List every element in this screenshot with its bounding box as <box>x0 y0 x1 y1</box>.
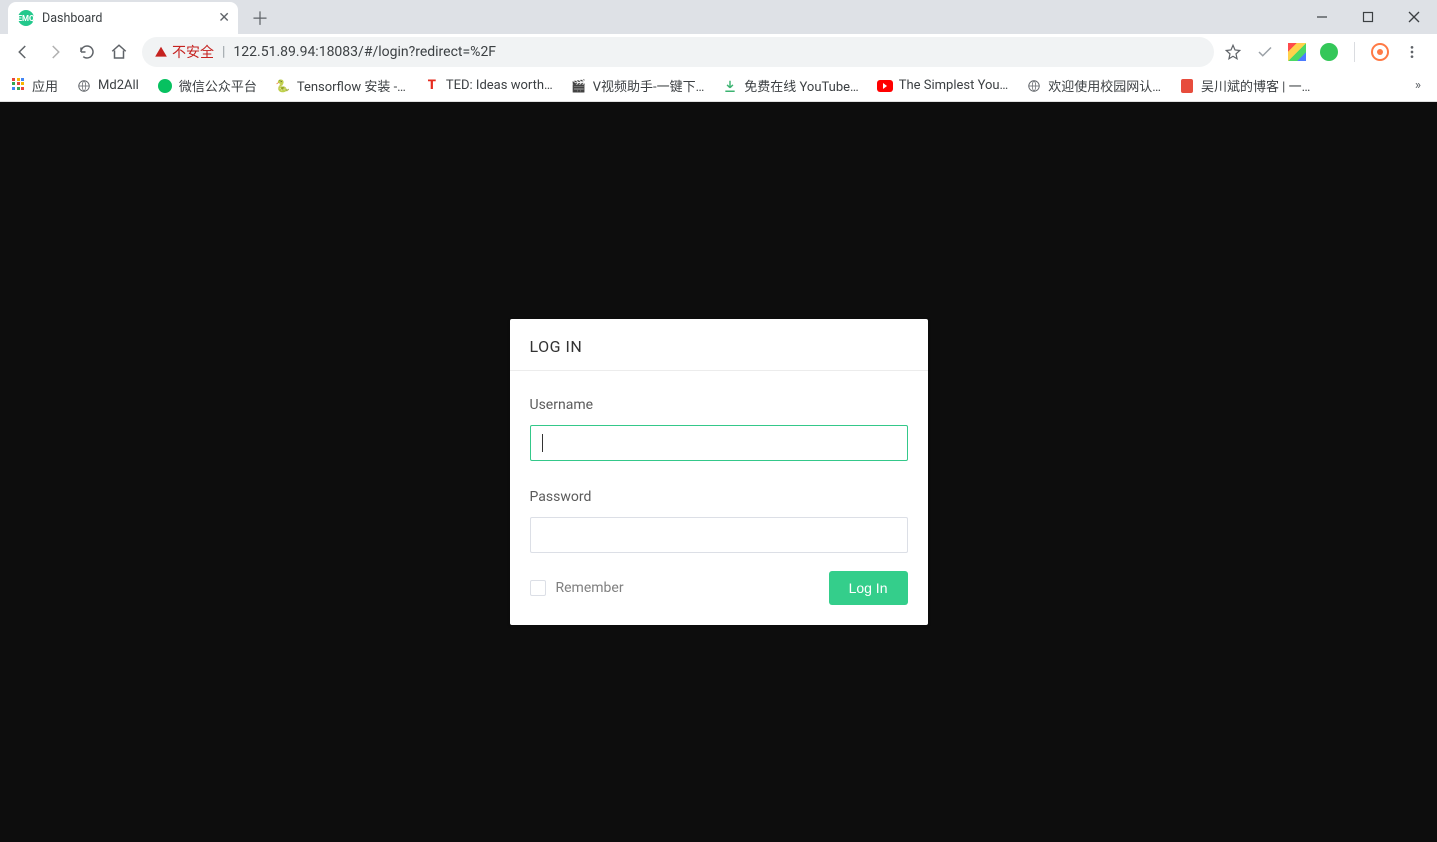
bookmark-label: The Simplest You… <box>899 78 1009 93</box>
green-extension-icon[interactable] <box>1318 41 1340 63</box>
username-input[interactable] <box>530 425 908 461</box>
maximize-button[interactable] <box>1345 0 1391 34</box>
bookmark-label: 欢迎使用校园网认… <box>1048 76 1161 95</box>
url-input[interactable]: 不安全 | 122.51.89.94:18083/#/login?redirec… <box>142 37 1214 67</box>
apps-label: 应用 <box>32 76 58 95</box>
bookmark-item[interactable]: 🐍 Tensorflow 安装 -… <box>275 76 406 95</box>
insecure-label: 不安全 <box>172 42 214 62</box>
address-bar: 不安全 | 122.51.89.94:18083/#/login?redirec… <box>0 34 1437 70</box>
minimize-button[interactable] <box>1299 0 1345 34</box>
blog-icon <box>1179 78 1195 94</box>
remember-label: Remember <box>556 580 624 596</box>
wechat-icon <box>157 78 173 94</box>
url-separator: | <box>222 44 225 60</box>
bookmark-label: TED: Ideas worth… <box>446 78 553 93</box>
toolbar-right <box>1222 41 1429 63</box>
bookmark-item[interactable]: T TED: Ideas worth… <box>424 78 553 94</box>
colorbox-extension-icon[interactable] <box>1286 41 1308 63</box>
orange-extension-icon[interactable] <box>1369 41 1391 63</box>
login-title: LOG IN <box>510 319 928 371</box>
insecure-indicator: 不安全 <box>154 42 214 62</box>
active-tab[interactable]: EMQ Dashboard ✕ <box>8 2 238 34</box>
tab-strip: EMQ Dashboard ✕ ＋ <box>0 0 1437 34</box>
video-icon: 🎬 <box>571 78 587 94</box>
bookmark-item[interactable]: 微信公众平台 <box>157 76 257 95</box>
bookmark-item[interactable]: Md2All <box>76 78 139 94</box>
remember-checkbox[interactable]: Remember <box>530 580 624 596</box>
password-input[interactable] <box>530 517 908 553</box>
text-caret <box>542 434 543 452</box>
bookmark-item[interactable]: 吴川斌的博客 | 一… <box>1179 76 1310 95</box>
emq-favicon-icon: EMQ <box>18 10 34 26</box>
menu-icon[interactable] <box>1401 41 1423 63</box>
login-button[interactable]: Log In <box>829 571 908 605</box>
globe-icon <box>76 78 92 94</box>
tab-title: Dashboard <box>42 11 102 26</box>
checkbox-icon <box>530 580 546 596</box>
login-card: LOG IN Username Password Remember Log In <box>510 319 928 625</box>
forward-button[interactable] <box>40 37 70 67</box>
separator <box>1354 42 1355 62</box>
reload-button[interactable] <box>72 37 102 67</box>
window-controls <box>1299 0 1437 34</box>
bookmarks-bar: 应用 Md2All 微信公众平台 🐍 Tensorflow 安装 -… T TE… <box>0 70 1437 102</box>
bookmark-label: V视频助手-一键下… <box>593 76 705 95</box>
bookmarks-overflow-icon[interactable]: » <box>1409 78 1427 93</box>
bookmark-item[interactable]: The Simplest You… <box>877 78 1009 94</box>
ted-icon: T <box>424 78 440 94</box>
python-icon: 🐍 <box>275 78 291 94</box>
apps-shortcut[interactable]: 应用 <box>10 76 58 95</box>
bookmark-item[interactable]: 免费在线 YouTube… <box>722 76 858 95</box>
bookmark-label: 微信公众平台 <box>179 76 257 95</box>
bookmark-item[interactable]: 🎬 V视频助手-一键下… <box>571 76 705 95</box>
home-button[interactable] <box>104 37 134 67</box>
bookmark-label: 免费在线 YouTube… <box>744 76 858 95</box>
username-label: Username <box>530 397 908 413</box>
youtube-icon <box>877 78 893 94</box>
apps-grid-icon <box>10 78 26 94</box>
download-icon <box>722 78 738 94</box>
page-content: LOG IN Username Password Remember Log In <box>0 102 1437 842</box>
globe-icon <box>1026 78 1042 94</box>
check-icon[interactable] <box>1254 41 1276 63</box>
bookmark-label: Tensorflow 安装 -… <box>297 76 406 95</box>
bookmark-item[interactable]: 欢迎使用校园网认… <box>1026 76 1161 95</box>
new-tab-button[interactable]: ＋ <box>246 4 274 32</box>
star-icon[interactable] <box>1222 41 1244 63</box>
back-button[interactable] <box>8 37 38 67</box>
bookmark-label: Md2All <box>98 78 139 93</box>
password-label: Password <box>530 489 908 505</box>
close-tab-icon[interactable]: ✕ <box>218 10 230 26</box>
close-window-button[interactable] <box>1391 0 1437 34</box>
bookmark-label: 吴川斌的博客 | 一… <box>1201 76 1310 95</box>
url-text: 122.51.89.94:18083/#/login?redirect=%2F <box>233 44 496 60</box>
